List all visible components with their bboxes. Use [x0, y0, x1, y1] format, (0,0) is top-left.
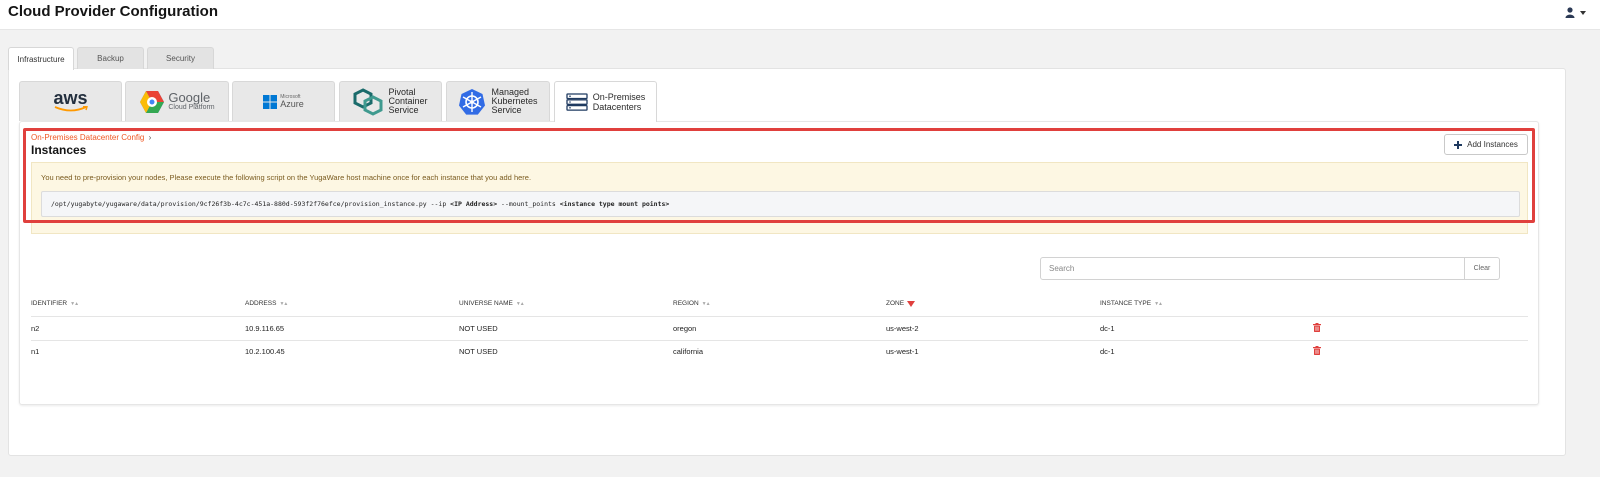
column-header-instance-type[interactable]: INSTANCE TYPE ▼▲	[1100, 300, 1163, 307]
cell-region: california	[673, 347, 704, 356]
sort-icon: ▼▲	[515, 300, 525, 307]
provision-notice: You need to pre-provision your nodes, Pl…	[31, 162, 1528, 234]
sort-icon: ▼▲	[279, 300, 288, 307]
cell-instance-type: dc-1	[1100, 347, 1115, 356]
row-divider	[31, 340, 1528, 341]
tab-infrastructure[interactable]: Infrastructure	[8, 47, 74, 70]
kubernetes-icon	[459, 88, 486, 115]
top-bar: Cloud Provider Configuration	[0, 0, 1600, 30]
aws-logo: aws	[53, 89, 89, 113]
chevron-right-icon: ›	[148, 133, 152, 142]
notice-text: You need to pre-provision your nodes, Pl…	[41, 173, 532, 182]
section-title: Instances	[31, 143, 87, 157]
column-header-region[interactable]: REGION ▼▲	[673, 300, 711, 307]
provider-tab-azure[interactable]: Microsoft Azure	[232, 81, 335, 121]
trash-icon[interactable]	[1313, 323, 1321, 332]
tab-security[interactable]: Security	[147, 47, 214, 69]
column-header-universe-name[interactable]: UNIVERSE NAME ▼▲	[459, 300, 525, 307]
sort-icon: ▼▲	[1154, 300, 1163, 307]
search-bar: Clear	[1040, 257, 1500, 280]
cell-identifier: n1	[31, 347, 40, 356]
provider-tab-kubernetes[interactable]: Managed Kubernetes Service	[446, 81, 550, 121]
trash-icon[interactable]	[1313, 346, 1321, 355]
column-header-zone[interactable]: ZONE	[886, 300, 916, 307]
plus-icon	[1454, 140, 1463, 149]
tab-backup[interactable]: Backup	[77, 47, 144, 69]
cell-zone: us-west-2	[886, 324, 919, 333]
chevron-down-icon	[1580, 10, 1586, 15]
column-header-identifier[interactable]: IDENTIFIER ▼▲	[31, 300, 79, 307]
page-title: Cloud Provider Configuration	[8, 3, 218, 20]
table-divider	[31, 316, 1528, 317]
cell-address: 10.9.116.65	[245, 324, 285, 333]
provider-tab-pivotal[interactable]: Pivotal Container Service	[339, 81, 442, 121]
google-cloud-logo: Google Cloud Platform	[139, 90, 215, 114]
cell-address: 10.2.100.45	[245, 347, 285, 356]
cell-identifier: n2	[31, 324, 40, 333]
column-header-address[interactable]: ADDRESS ▼▲	[245, 300, 288, 307]
provider-tab-gcp[interactable]: Google Cloud Platform	[125, 81, 229, 121]
cell-instance-type: dc-1	[1100, 324, 1115, 333]
sort-icon: ▼▲	[701, 300, 711, 307]
add-instances-button[interactable]: Add Instances	[1444, 134, 1528, 155]
user-menu[interactable]	[1565, 7, 1586, 18]
clear-button[interactable]: Clear	[1465, 257, 1500, 280]
cell-zone: us-west-1	[886, 347, 919, 356]
server-rack-icon	[566, 93, 588, 111]
cell-region: oregon	[673, 324, 697, 333]
provision-command[interactable]: /opt/yugabyte/yugaware/data/provision/9c…	[41, 191, 1520, 217]
cell-universe-name: NOT USED	[459, 324, 498, 333]
provider-tab-aws[interactable]: aws	[19, 81, 122, 121]
provider-tab-onprem[interactable]: On-Premises Datacenters	[554, 81, 657, 122]
search-input[interactable]	[1040, 257, 1465, 280]
pivotal-logo	[353, 87, 383, 116]
azure-logo: Microsoft Azure	[263, 94, 304, 109]
breadcrumb[interactable]: On-Premises Datacenter Config ›	[31, 133, 151, 142]
sort-icon: ▼▲	[70, 300, 79, 307]
cell-universe-name: NOT USED	[459, 347, 498, 356]
sort-desc-icon	[907, 300, 916, 307]
user-icon	[1565, 7, 1575, 18]
